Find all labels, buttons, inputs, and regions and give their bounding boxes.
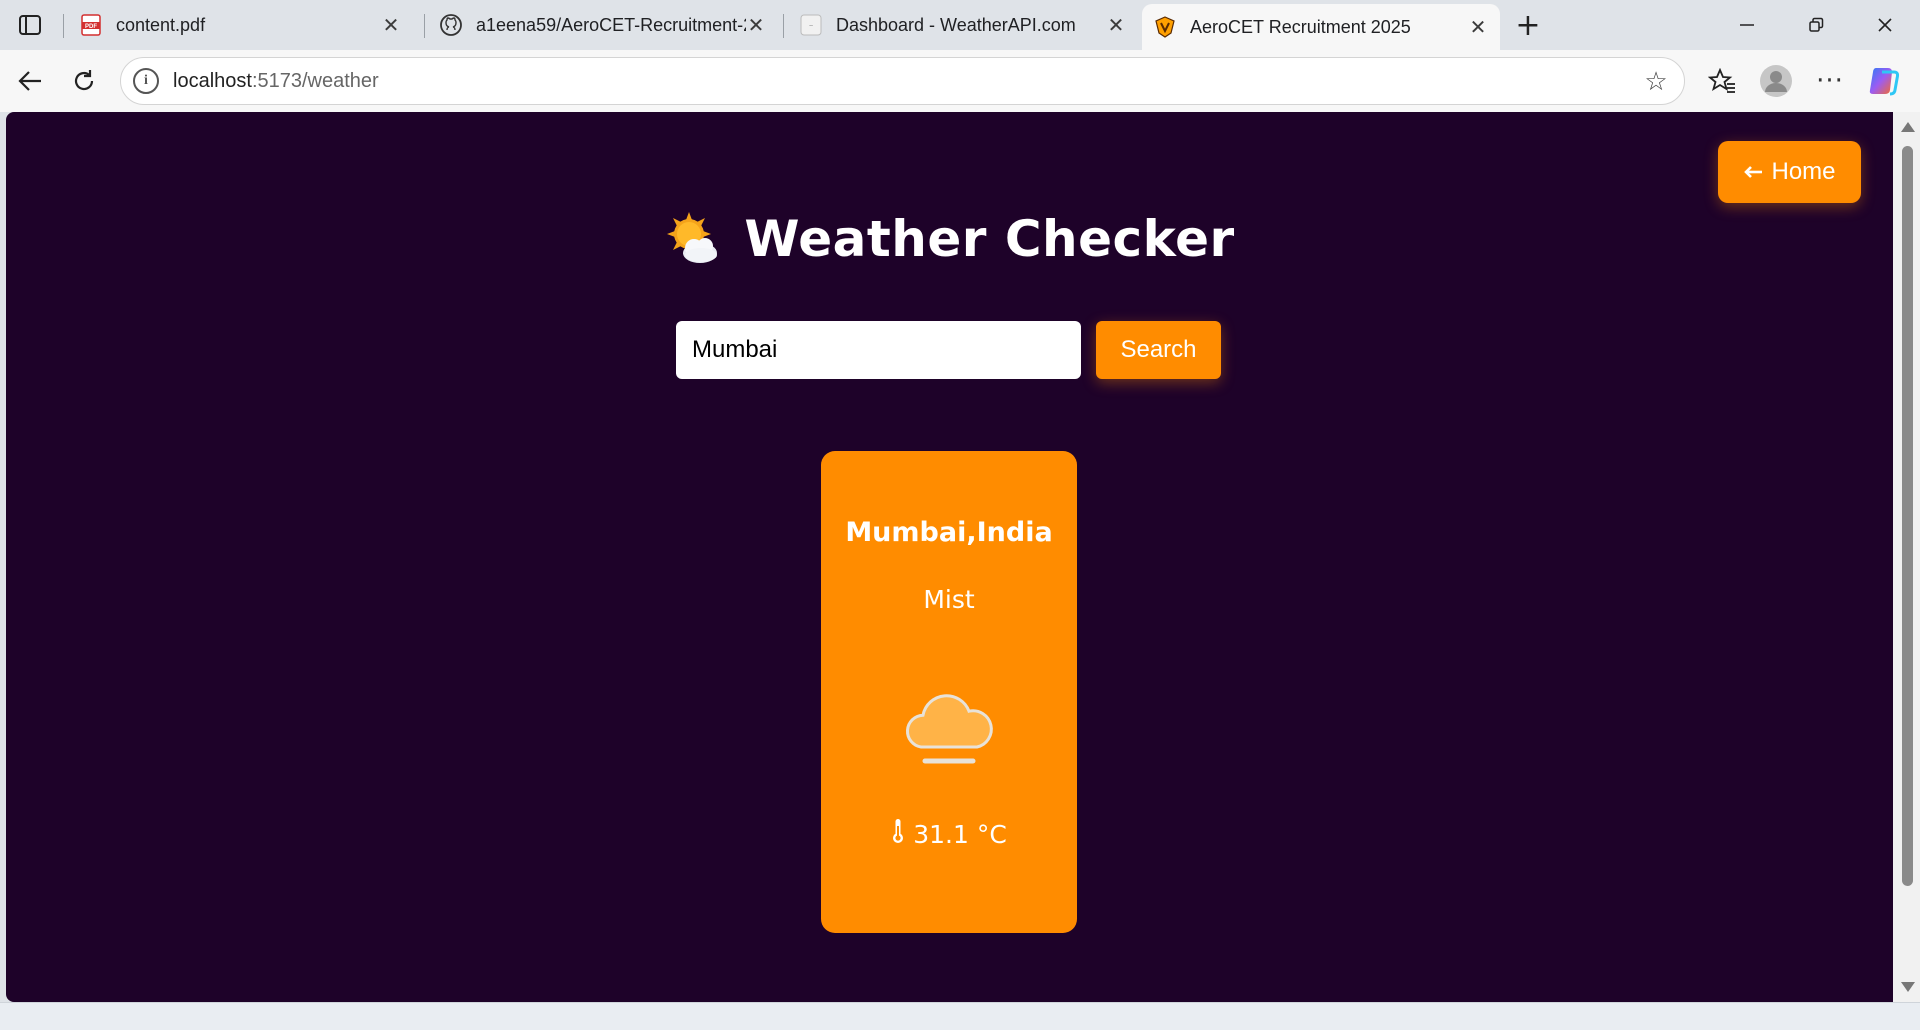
- new-tab-icon[interactable]: +: [1508, 8, 1548, 43]
- weather-temperature: 31.1 °C: [821, 818, 1077, 850]
- github-icon: [440, 14, 462, 36]
- page-heading: Weather Checker: [6, 210, 1893, 268]
- profile-avatar-icon[interactable]: [1756, 61, 1796, 101]
- tab-title: Dashboard - WeatherAPI.com: [836, 14, 1076, 35]
- page-title: Weather Checker: [744, 210, 1235, 268]
- url-path: :5173/weather: [251, 69, 379, 92]
- favorites-icon[interactable]: [1702, 61, 1742, 101]
- aerocet-logo-icon: [1154, 16, 1176, 38]
- pdf-icon: PDF: [80, 14, 102, 36]
- search-button[interactable]: Search: [1096, 321, 1221, 379]
- tab-title: AeroCET Recruitment 2025: [1190, 16, 1411, 37]
- url-host: localhost: [173, 69, 252, 92]
- scroll-down-arrow-icon[interactable]: [1901, 982, 1915, 992]
- close-icon[interactable]: ✕: [1468, 15, 1488, 39]
- tab-title: a1eena59/AeroCET-Recruitment-2: [476, 14, 746, 35]
- sun-behind-cloud-icon: [664, 210, 722, 268]
- weather-location: Mumbai,India: [845, 517, 1053, 548]
- tab-content-pdf[interactable]: PDF content.pdf ✕: [68, 4, 413, 46]
- tab-separator: [424, 14, 425, 38]
- tab-github[interactable]: a1eena59/AeroCET-Recruitment-2 ✕: [428, 4, 778, 46]
- home-button-label: Home: [1771, 158, 1836, 185]
- browser-toolbar: i localhost:5173/weather ☆ ···: [0, 50, 1920, 112]
- tab-separator: [783, 14, 784, 38]
- favorite-star-icon[interactable]: ☆: [1642, 67, 1670, 97]
- refresh-icon[interactable]: [64, 61, 104, 101]
- weather-condition: Mist: [923, 585, 975, 614]
- home-button[interactable]: Home: [1718, 141, 1861, 203]
- tab-weatherapi[interactable]: ~ Dashboard - WeatherAPI.com ✕: [788, 4, 1138, 46]
- address-bar[interactable]: i localhost:5173/weather ☆: [120, 57, 1685, 105]
- site-info-icon[interactable]: i: [133, 68, 159, 94]
- svg-text:PDF: PDF: [85, 24, 97, 30]
- close-icon[interactable]: ✕: [381, 13, 401, 37]
- browser-window: PDF content.pdf ✕ a1eena59/AeroCET-Recru…: [0, 0, 1920, 1030]
- page-viewport: Home Weather Checker Mumbai Search Mumba…: [6, 112, 1893, 1002]
- arrow-left-icon: [1743, 158, 1763, 186]
- copilot-icon[interactable]: [1864, 61, 1904, 101]
- close-icon[interactable]: ✕: [746, 13, 766, 37]
- vertical-scrollbar[interactable]: [1893, 112, 1920, 1002]
- tab-strip: PDF content.pdf ✕ a1eena59/AeroCET-Recru…: [0, 0, 1920, 50]
- mist-cloud-icon: [901, 687, 997, 769]
- city-search-input[interactable]: [676, 321, 1081, 379]
- os-taskbar: [0, 1002, 1920, 1030]
- restore-icon[interactable]: [1796, 8, 1836, 42]
- tab-aerocet[interactable]: AeroCET Recruitment 2025 ✕: [1142, 4, 1500, 50]
- back-icon[interactable]: [10, 61, 50, 101]
- close-icon[interactable]: ✕: [1106, 13, 1126, 37]
- weather-card: Mumbai,India Mist 31.1 °C: [821, 451, 1077, 933]
- weatherapi-icon: ~: [800, 14, 822, 36]
- url-text: localhost:5173/weather: [173, 70, 379, 93]
- more-options-icon[interactable]: ···: [1810, 61, 1850, 101]
- scroll-thumb[interactable]: [1902, 146, 1913, 886]
- close-window-icon[interactable]: [1865, 8, 1905, 42]
- svg-text:~: ~: [809, 23, 813, 30]
- temperature-value: 31.1 °C: [913, 819, 1007, 849]
- tab-separator: [63, 14, 64, 38]
- thermometer-icon: [891, 818, 905, 850]
- tab-actions-icon[interactable]: [10, 8, 50, 42]
- minimize-icon[interactable]: [1727, 8, 1767, 42]
- tab-title: content.pdf: [116, 14, 206, 35]
- scroll-up-arrow-icon[interactable]: [1901, 122, 1915, 132]
